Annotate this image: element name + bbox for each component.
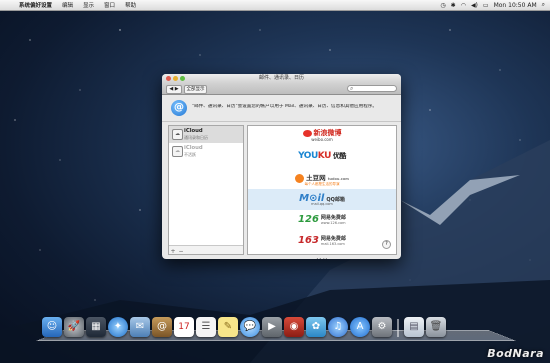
dock: ☺ 🚀 ▦ ✦ ✉ @ 17 ☰ ✎ 💬 ▶ ◉ ✿ ♫ A ⚙ ▤ 🗑 [42,311,512,337]
search-icon: ⌕ [350,85,354,92]
account-status: 通讯录和日历 [184,135,208,140]
window-title: 邮件、通讯录、日历 [258,75,304,81]
youku-logo-part1: YOU [298,151,318,161]
account-name: iCloud [184,145,203,151]
spotlight-icon[interactable]: ⌕ [542,1,545,9]
zoom-button[interactable] [180,76,185,81]
provider-163-url: mail.163.com [320,242,345,246]
finder-icon[interactable]: ☺ [42,317,62,337]
messages-icon[interactable]: 💬 [240,317,260,337]
weibo-logo-icon [302,129,312,137]
accounts-list: ☁ iCloud 通讯录和日历 ☁ iCloud 不活跃 + − [168,125,244,255]
menu-window[interactable]: 窗口 [99,1,120,9]
show-all-button[interactable]: 全部显示 [184,85,207,94]
dock-separator [397,319,399,337]
minimize-button[interactable] [173,76,178,81]
provider-youku[interactable]: YOUKU 优酷 [248,147,396,168]
provider-tudou[interactable]: 土豆网 tudou.com 每个人都是生活的导演 [248,168,396,189]
youku-cn: 优酷 [332,152,347,160]
reminders-icon[interactable]: ☰ [196,317,216,337]
menu-view[interactable]: 显示 [78,1,99,9]
weibo-url: weibo.com [311,137,333,142]
volume-icon[interactable]: ◀) [471,2,478,9]
wifi-icon[interactable]: ◠ [461,2,466,9]
window-controls [166,76,185,81]
provider-qq-mail[interactable]: M⊙il QQ邮箱 mail.qq.com [248,189,396,210]
trash-icon[interactable]: 🗑 [426,317,446,337]
clock-text[interactable]: Mon 10:50 AM [494,2,537,9]
contacts-icon[interactable]: @ [152,317,172,337]
search-input[interactable]: ⌕ [347,85,397,92]
youku-logo-part2: KU [317,151,332,161]
provider-other-label: 其他 [316,256,329,259]
preferences-window: 邮件、通讯录、日历 ◀ ▶ 全部显示 ⌕ @ "邮件、通讯录、日历"会设置您的帐… [162,74,401,259]
at-sign-icon: @ [171,100,187,116]
icloud-account-icon: ☁ [172,129,183,140]
icloud-account-icon: ☁ [172,146,183,157]
back-forward-button[interactable]: ◀ ▶ [166,85,182,94]
provider-126[interactable]: 126 网易免费邮 www.126.com [248,210,396,231]
bluetooth-icon[interactable]: ✱ [451,2,456,9]
system-preferences-icon[interactable]: ⚙ [372,317,392,337]
add-account-button[interactable]: + [169,248,177,256]
launchpad-icon[interactable]: 🚀 [64,317,84,337]
tudou-name: 土豆网 [306,174,326,182]
weibo-name: 新浪微博 [313,129,342,137]
notes-icon[interactable]: ✎ [218,317,238,337]
facetime-icon[interactable]: ▶ [262,317,282,337]
calendar-icon[interactable]: 17 [174,317,194,337]
documents-icon[interactable]: ▤ [404,317,424,337]
toolbar: ◀ ▶ 全部显示 ⌕ [162,83,401,95]
provider-other[interactable]: 其他 [248,252,396,259]
account-status: 不活跃 [184,152,196,157]
close-button[interactable] [166,76,171,81]
status-area: ◷ ✱ ◠ ◀) ▭ Mon 10:50 AM ⌕ [440,1,550,9]
watermark-text: BodNara [487,347,544,360]
provider-list: 新浪微博 weibo.com YOUKU 优酷 土豆网 tudou.com 每个人… [247,125,397,259]
time-machine-icon[interactable]: ◷ [440,2,445,9]
qq-mail-url: mail.qq.com [311,202,333,206]
menu-app-name[interactable]: 系统偏好设置 [14,1,57,9]
app-store-icon[interactable]: A [350,317,370,337]
remove-account-button[interactable]: − [177,248,185,256]
tudou-logo-icon [295,173,305,183]
provider-163-logo: 163 [298,235,319,246]
safari-icon[interactable]: ✦ [108,317,128,337]
account-row-icloud-1[interactable]: ☁ iCloud 通讯录和日历 [169,126,243,143]
header-description: "邮件、通讯录、日历"会设置您的帐户以用于 Mail、通讯录、日历、信息和其他应… [192,104,377,109]
menu-help[interactable]: 帮助 [120,1,141,9]
itunes-icon[interactable]: ♫ [328,317,348,337]
title-bar[interactable]: 邮件、通讯录、日历 [162,74,401,83]
tudou-url: tudou.com [327,177,349,181]
help-button[interactable]: ? [382,240,391,249]
account-name: iCloud [184,128,203,134]
menu-bar: 系统偏好设置 编辑 显示 窗口 帮助 ◷ ✱ ◠ ◀) ▭ Mon 10:50 … [0,0,550,11]
provider-126-logo: 126 [298,214,319,225]
provider-weibo[interactable]: 新浪微博 weibo.com [248,126,396,147]
battery-icon[interactable]: ▭ [483,2,489,9]
mail-icon[interactable]: ✉ [130,317,150,337]
pane-header: @ "邮件、通讯录、日历"会设置您的帐户以用于 Mail、通讯录、日历、信息和其… [162,95,401,122]
provider-126-url: www.126.com [320,221,346,225]
mission-control-icon[interactable]: ▦ [86,317,106,337]
provider-163[interactable]: 163 网易免费邮 mail.163.com [248,231,396,252]
menu-edit[interactable]: 编辑 [57,1,78,9]
account-row-icloud-2[interactable]: ☁ iCloud 不活跃 [169,143,243,160]
accounts-list-controls: + − [169,245,243,256]
iphoto-icon[interactable]: ✿ [306,317,326,337]
photo-booth-icon[interactable]: ◉ [284,317,304,337]
tudou-tagline: 每个人都是生活的导演 [304,181,340,186]
